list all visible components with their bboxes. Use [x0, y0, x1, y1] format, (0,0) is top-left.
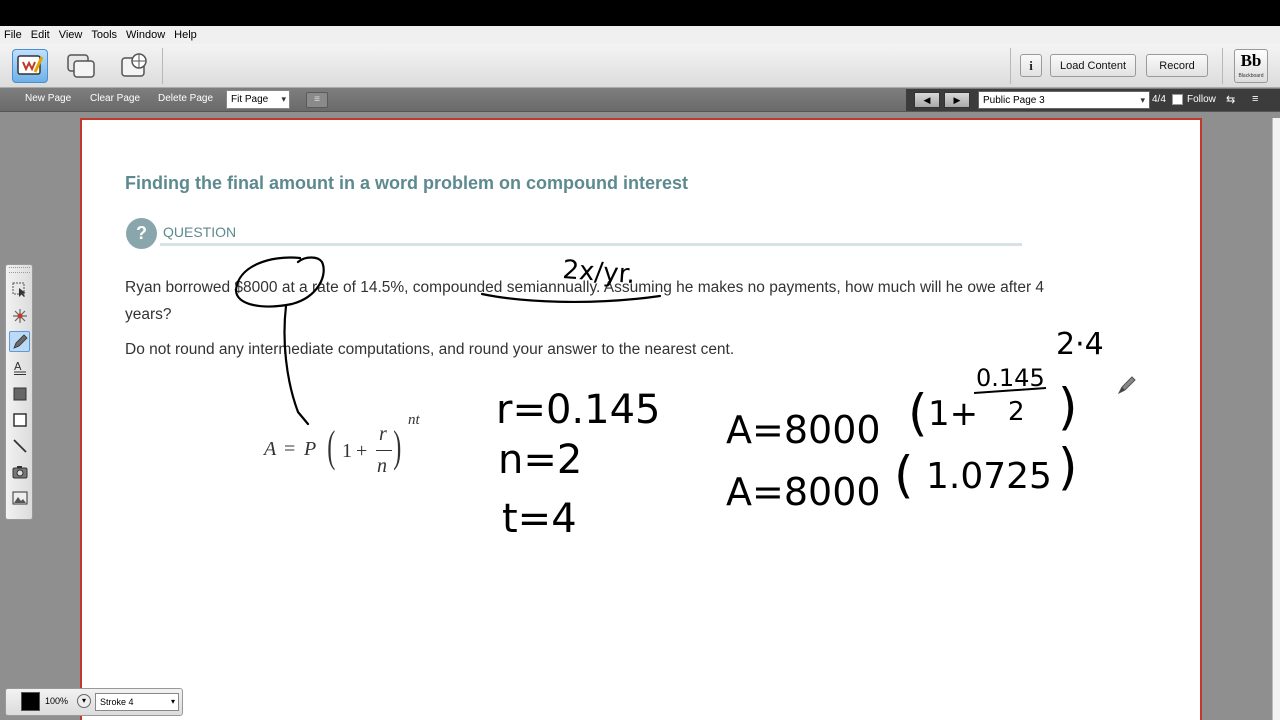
rectangle-icon [12, 412, 27, 427]
chevron-down-icon: ▾ [1140, 95, 1145, 105]
formula-exponent: nt [408, 412, 420, 428]
formula-r: r [379, 423, 387, 445]
menu-view[interactable]: View [59, 29, 83, 41]
whiteboard-mode-button[interactable] [12, 49, 48, 83]
menu-edit[interactable]: Edit [31, 29, 50, 41]
drawing-tool-palette: A [5, 264, 33, 520]
ink-properties-bar: 100% ▾ Stroke 4 ▾ [5, 688, 183, 716]
svg-text:A: A [14, 360, 22, 373]
question-divider [160, 243, 1022, 246]
web-tour-button[interactable] [117, 49, 153, 83]
text-icon: A [13, 360, 26, 375]
page-options-icon[interactable]: ≡ [306, 92, 328, 108]
page-navigation: ◀ ▶ Public Page 3 ▾ 4/4 Follow ⇆ ≡ [906, 89, 1280, 111]
camera-icon [12, 465, 27, 478]
record-button[interactable]: Record [1146, 54, 1208, 77]
formula-n: n [377, 455, 387, 477]
formula-fraction-bar [376, 450, 392, 451]
follow-checkbox[interactable] [1172, 94, 1183, 105]
chevron-down-icon: ▾ [170, 697, 175, 706]
formula-plus: + [356, 440, 368, 462]
page-menu-icon[interactable]: ≡ [1252, 93, 1258, 105]
page-count: 4/4 [1152, 94, 1166, 105]
menu-help[interactable]: Help [174, 29, 197, 41]
zoom-level: 100% [45, 696, 69, 706]
vertical-scrollbar[interactable] [1272, 118, 1280, 720]
stroke-width-select[interactable]: Stroke 4 ▾ [95, 693, 179, 711]
next-page-button[interactable]: ▶ [944, 92, 970, 108]
menu-file[interactable]: File [4, 29, 22, 41]
toolbar-separator [1222, 48, 1223, 84]
question-icon: ? [126, 218, 157, 249]
delete-page-button[interactable]: Delete Page [158, 93, 213, 104]
line-tool[interactable] [9, 435, 30, 456]
laser-pointer-icon [12, 308, 27, 323]
application-share-button[interactable] [63, 49, 99, 83]
menu-bar: File Edit View Tools Window Help [0, 26, 1280, 44]
menu-tools[interactable]: Tools [91, 29, 117, 41]
question-label: QUESTION [163, 224, 237, 240]
zoom-fit-select[interactable]: Fit Page ▾ [226, 90, 290, 109]
follow-label: Follow [1187, 94, 1216, 105]
pencil-icon [12, 333, 28, 349]
formula-A: A [264, 438, 277, 460]
info-button[interactable]: i [1020, 54, 1042, 77]
formula-left-paren: ( [327, 422, 336, 471]
toolbar-separator [162, 48, 163, 84]
chevron-down-icon[interactable]: ▾ [77, 694, 91, 708]
stroke-width-value: Stroke 4 [100, 697, 134, 707]
main-toolbar: i Load Content Record Bb Blackboard [0, 44, 1280, 88]
toolbar-separator [1010, 48, 1011, 84]
pen-tool[interactable] [9, 331, 30, 352]
whiteboard-icon [17, 55, 44, 75]
instruction-text: Do not round any intermediate computatio… [125, 341, 735, 358]
clear-page-button[interactable]: Clear Page [90, 93, 140, 104]
blackboard-logo: Bb Blackboard [1234, 49, 1268, 83]
overlapping-windows-icon [67, 54, 95, 78]
canvas-margin-right [1204, 112, 1280, 720]
menu-window[interactable]: Window [126, 29, 165, 41]
outline-shape-tool[interactable] [9, 409, 30, 430]
window-top-bar [0, 0, 1280, 26]
pointer-tool[interactable] [9, 305, 30, 326]
swap-arrows-icon[interactable]: ⇆ [1226, 93, 1235, 106]
screen-capture-tool[interactable] [9, 461, 30, 482]
formula-P: P [304, 438, 317, 460]
zoom-fit-value: Fit Page [231, 94, 269, 105]
text-tool[interactable]: A [9, 357, 30, 378]
filled-rectangle-icon [13, 387, 26, 400]
line-icon [12, 438, 27, 453]
whiteboard-page[interactable] [80, 118, 1202, 720]
formula-right-paren: ) [393, 422, 402, 471]
ink-color-swatch[interactable] [21, 692, 40, 711]
page-select[interactable]: Public Page 3 ▾ [978, 91, 1150, 109]
image-icon [12, 491, 27, 504]
filled-shape-tool[interactable] [9, 383, 30, 404]
new-page-button[interactable]: New Page [25, 93, 71, 104]
page-select-value: Public Page 3 [983, 94, 1045, 106]
formula-one: 1 [342, 440, 352, 462]
load-content-button[interactable]: Load Content [1050, 54, 1136, 77]
select-arrow-icon [12, 282, 25, 297]
formula-equals: = [284, 438, 296, 460]
chevron-down-icon: ▾ [281, 94, 286, 104]
palette-grip[interactable] [9, 267, 30, 273]
previous-page-button[interactable]: ◀ [914, 92, 940, 108]
problem-title: Finding the final amount in a word probl… [125, 173, 688, 193]
select-tool[interactable] [9, 279, 30, 300]
problem-text: Ryan borrowed $8000 at a rate of 14.5%, … [125, 279, 1045, 323]
globe-window-icon [121, 53, 147, 77]
pencil-cursor-icon [1117, 376, 1136, 395]
image-tool[interactable] [9, 487, 30, 508]
